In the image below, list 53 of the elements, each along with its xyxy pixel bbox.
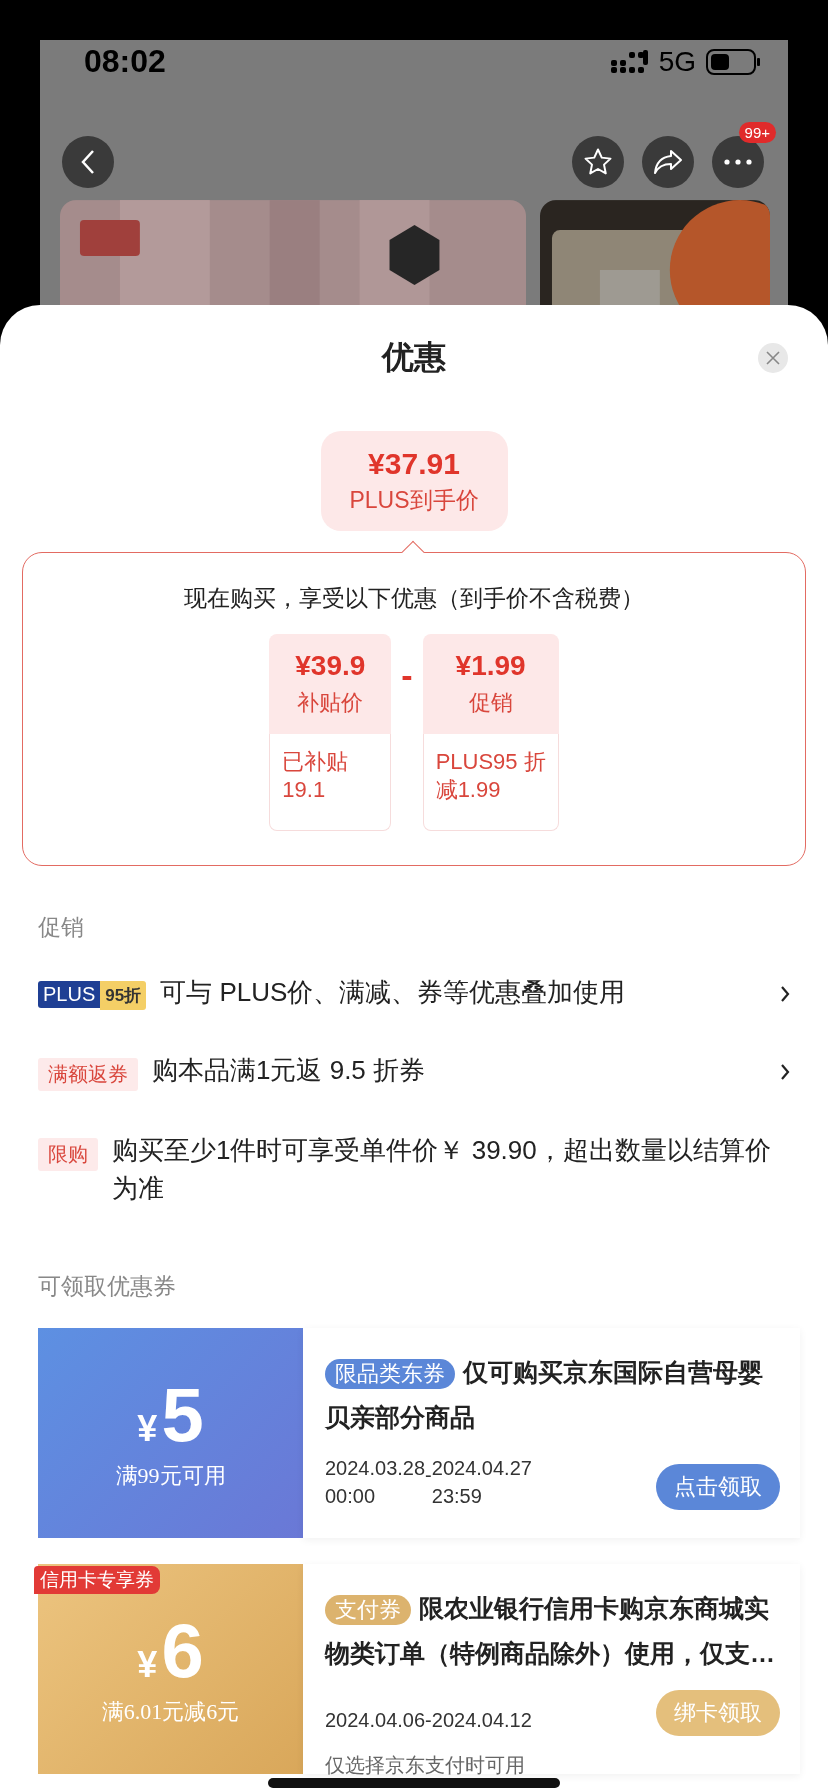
final-price: ¥37.91 [368, 446, 460, 481]
coupon-condition: 满99元可用 [115, 1462, 226, 1490]
breakdown-intro: 现在购买，享受以下优惠（到手价不含税费） [184, 584, 644, 613]
more-icon [724, 158, 752, 165]
network-label: 5G [658, 45, 696, 78]
ticket-label: 补贴价 [297, 689, 364, 717]
status-time: 08:02 [84, 43, 167, 81]
coupon-amount: 5 [161, 1375, 204, 1455]
close-button[interactable] [758, 343, 788, 373]
coupon-condition: 满6.01元减6元 [101, 1698, 240, 1726]
ticket-note: PLUS95 折 [435, 748, 546, 776]
sheet-title: 优惠 [382, 338, 446, 377]
promo-text: 购买至少1件时可享受单件价￥ 39.90，超出数量以结算价为准 [112, 1134, 772, 1205]
ticket-label: 促销 [468, 689, 513, 717]
promo-text: 可与 PLUS价、满减、券等优惠叠加使用 [160, 976, 627, 1009]
claim-button[interactable]: 点击领取 [656, 1464, 780, 1510]
minus-operator: - [401, 656, 413, 695]
back-icon [80, 148, 96, 175]
ticket-note: 已补贴 [282, 748, 350, 776]
section-heading: 促销 [38, 913, 85, 942]
coupon-description: 支付券 限农业银行信用卡购京东商城实物类订单（特例商品除外）使用，仅支… [325, 1593, 776, 1669]
coupon-description: 限品类东券 仅可购买京东国际自营母婴贝亲部分商品 [325, 1357, 764, 1433]
chevron-icon[interactable] [780, 985, 790, 1003]
ticket-note: 19.1 [282, 776, 327, 804]
ticket-amount: ¥1.99 [455, 650, 526, 682]
battery-icon [706, 48, 760, 75]
favorite-button[interactable] [572, 135, 624, 188]
promo-tag: 满额返券 [38, 1058, 138, 1091]
coupon-ribbon: 信用卡专享券 [34, 1566, 160, 1594]
start-date: 2024.03.28 00:00 [325, 1456, 426, 1509]
close-icon [766, 351, 780, 365]
signal-icon [610, 49, 649, 74]
currency-symbol: ¥ [137, 1644, 158, 1686]
date-separator: - [425, 1464, 432, 1487]
promo-tag: 限购 [38, 1138, 98, 1171]
section-heading: 可领取优惠券 [38, 1272, 177, 1301]
star-icon [583, 146, 613, 177]
plus-tag: PLUS [38, 981, 101, 1008]
coupon-amount: 6 [161, 1611, 204, 1691]
back-button[interactable] [62, 135, 114, 188]
valid-period: 2024.04.06-2024.04.12 [325, 1709, 533, 1732]
notification-badge: 99+ [738, 121, 776, 143]
end-date: 2024.04.27 23:59 [431, 1456, 532, 1509]
currency-symbol: ¥ [137, 1408, 158, 1450]
coupon-note: 仅选择京东支付时可用 [325, 1753, 526, 1778]
ticket-note: 减1.99 [435, 776, 502, 804]
share-icon [653, 148, 683, 175]
ticket-amount: ¥39.9 [295, 650, 366, 682]
share-button[interactable] [642, 135, 694, 188]
final-price-label: PLUS到手价 [349, 485, 479, 515]
chevron-icon[interactable] [780, 1063, 790, 1081]
discount-tag: 95折 [100, 981, 147, 1010]
promo-text: 购本品满1元返 9.5 折券 [152, 1054, 427, 1087]
